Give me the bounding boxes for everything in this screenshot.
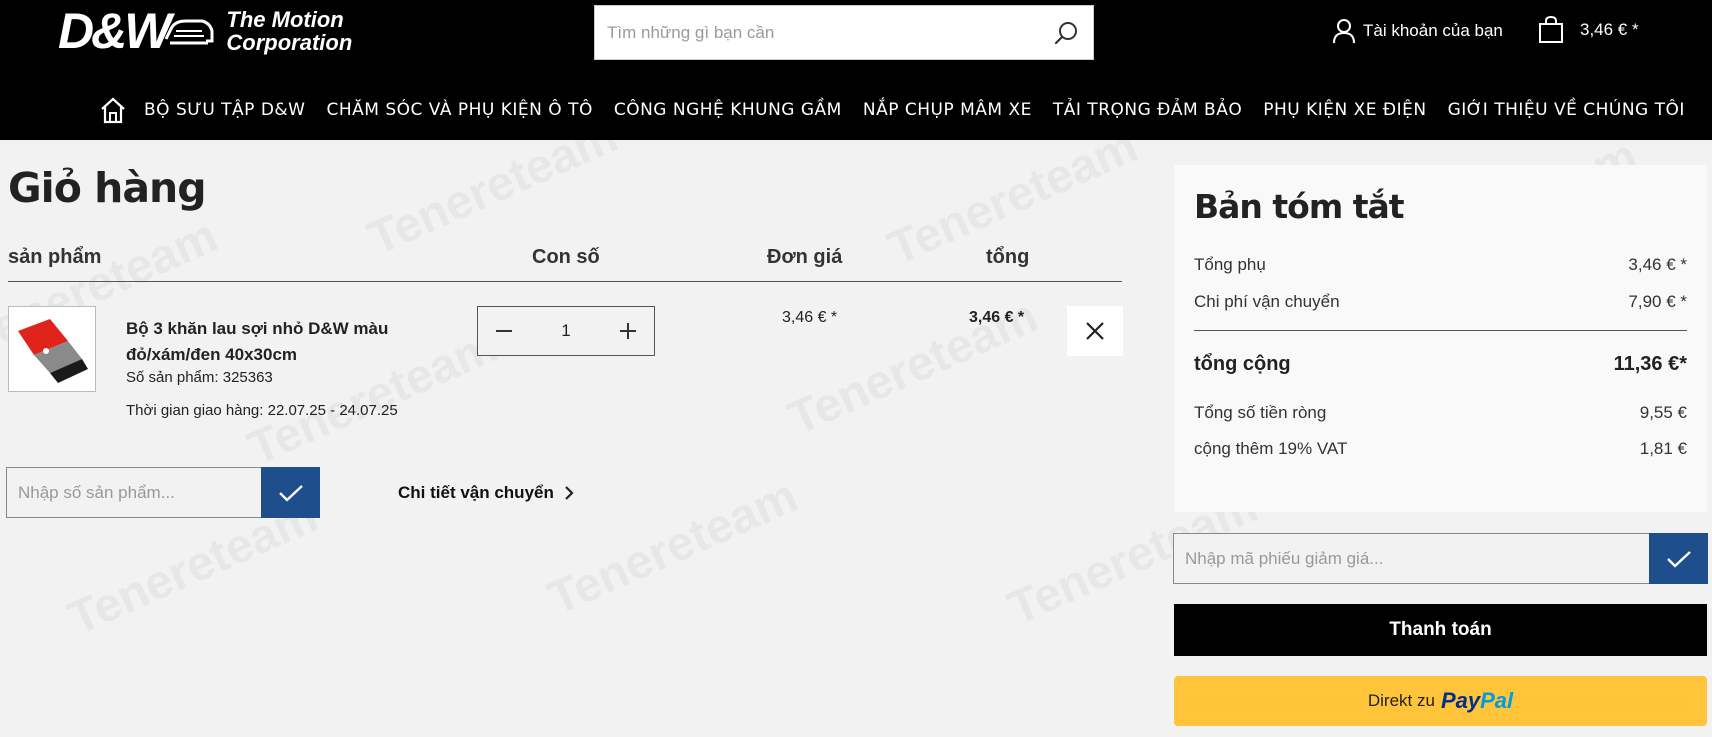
chevron-right-icon bbox=[565, 486, 574, 500]
subtotal-label: Tổng phụ bbox=[1194, 255, 1266, 274]
delivery-time: Thời gian giao hàng: 22.07.25 - 24.07.25 bbox=[126, 402, 398, 419]
cart-total: 3,46 € * bbox=[1580, 20, 1639, 39]
quantity-value[interactable]: 1 bbox=[561, 321, 570, 341]
nav-item-about[interactable]: GIỚI THIỆU VỀ CHÚNG TÔI bbox=[1448, 100, 1685, 120]
column-header-total: tổng bbox=[986, 246, 1030, 268]
paypal-button[interactable]: Direkt zu Pay Pal bbox=[1174, 676, 1707, 726]
unit-price: 3,46 € * bbox=[782, 309, 838, 326]
product-number-input[interactable] bbox=[7, 468, 261, 517]
grand-total-row: tổng cộng 11,36 €* bbox=[1194, 353, 1687, 376]
subtotal-value: 3,46 € * bbox=[1628, 255, 1687, 274]
plus-icon bbox=[620, 323, 636, 339]
vat-row: cộng thêm 19% VAT 1,81 € bbox=[1194, 439, 1687, 459]
apply-voucher-button[interactable] bbox=[1649, 533, 1708, 584]
towel-image bbox=[18, 319, 88, 383]
product-name[interactable]: Bộ 3 khăn lau sợi nhỏ D&W màu đỏ/xám/đen… bbox=[126, 316, 416, 368]
subtotal-row: Tổng phụ 3,46 € * bbox=[1194, 255, 1687, 275]
product-thumbnail[interactable] bbox=[8, 306, 96, 392]
car-logo-icon bbox=[165, 19, 214, 45]
site-header: D&W The Motion Corporation Tài khoản của… bbox=[0, 0, 1712, 140]
logo-tagline: The Motion Corporation bbox=[226, 8, 352, 54]
column-header-unit-price: Đơn giá bbox=[767, 246, 843, 268]
nav-item-load[interactable]: TẢI TRỌNG ĐẢM BẢO bbox=[1053, 100, 1242, 120]
brand-logo[interactable]: D&W The Motion Corporation bbox=[58, 6, 352, 56]
shipping-details-link[interactable]: Chi tiết vận chuyển bbox=[398, 483, 574, 503]
nav-item-wheel-caps[interactable]: NẮP CHỤP MÂM XE bbox=[863, 100, 1032, 120]
watermark-text: Tenereteam bbox=[540, 468, 805, 626]
checkmark-icon bbox=[1666, 550, 1691, 568]
checkout-button[interactable]: Thanh toán bbox=[1174, 604, 1707, 656]
logo-wordmark: D&W bbox=[58, 3, 171, 59]
voucher-input[interactable] bbox=[1174, 534, 1644, 583]
table-divider bbox=[8, 281, 1122, 282]
account-label: Tài khoản của bạn bbox=[1363, 21, 1503, 40]
remove-item-button[interactable] bbox=[1067, 306, 1123, 356]
nav-item-collection[interactable]: BỘ SƯU TẬP D&W bbox=[144, 100, 306, 120]
line-total: 3,46 € * bbox=[969, 309, 1025, 326]
grand-total-label: tổng cộng bbox=[1194, 353, 1291, 375]
product-number: Số sản phẩm: 325363 bbox=[126, 369, 273, 386]
user-icon bbox=[1333, 19, 1355, 44]
nav-item-car-care[interactable]: CHĂM SÓC VÀ PHỤ KIỆN Ô TÔ bbox=[327, 100, 593, 120]
vat-label: cộng thêm 19% VAT bbox=[1194, 439, 1348, 458]
summary-divider bbox=[1194, 330, 1687, 331]
home-icon[interactable] bbox=[100, 96, 126, 124]
paypal-prefix: Direkt zu bbox=[1367, 691, 1435, 710]
net-total-row: Tổng số tiền ròng 9,55 € bbox=[1194, 403, 1687, 423]
paypal-logo-pay: Pay bbox=[1440, 688, 1481, 713]
shipping-label: Chi phí vận chuyển bbox=[1194, 292, 1340, 311]
paypal-logo-pal: Pal bbox=[1480, 688, 1514, 713]
close-icon bbox=[1086, 322, 1104, 340]
search-input[interactable] bbox=[595, 6, 1035, 59]
summary-title: Bản tóm tắt bbox=[1194, 187, 1405, 226]
search-box bbox=[594, 5, 1094, 60]
vat-value: 1,81 € bbox=[1639, 439, 1687, 458]
main-nav: BỘ SƯU TẬP D&W CHĂM SÓC VÀ PHỤ KIỆN Ô TÔ… bbox=[100, 92, 1706, 128]
grand-total-value: 11,36 €* bbox=[1613, 353, 1687, 375]
voucher-form bbox=[1173, 533, 1708, 584]
nav-item-chassis[interactable]: CÔNG NGHỆ KHUNG GẦM bbox=[614, 100, 842, 120]
logo-tagline-line2: Corporation bbox=[226, 30, 353, 55]
net-total-label: Tổng số tiền ròng bbox=[1194, 403, 1327, 422]
shipping-value: 7,90 € * bbox=[1628, 292, 1687, 311]
order-summary: Bản tóm tắt Tổng phụ 3,46 € * Chi phí vậ… bbox=[1174, 165, 1707, 512]
cart-button[interactable]: 3,46 € * bbox=[1538, 16, 1639, 44]
column-header-product: sản phẩm bbox=[8, 246, 102, 268]
page-title: Giỏ hàng bbox=[8, 164, 207, 212]
search-icon[interactable] bbox=[1053, 20, 1079, 46]
increase-quantity-button[interactable] bbox=[602, 307, 654, 355]
shipping-row: Chi phí vận chuyển 7,90 € * bbox=[1194, 292, 1687, 312]
checkmark-icon bbox=[278, 484, 303, 502]
column-header-quantity: Con số bbox=[532, 246, 600, 268]
account-link[interactable]: Tài khoản của bạn bbox=[1333, 18, 1503, 44]
logo-tagline-line1: The Motion bbox=[226, 7, 344, 32]
minus-icon bbox=[496, 330, 512, 332]
net-total-value: 9,55 € bbox=[1639, 403, 1687, 422]
shopping-bag-icon bbox=[1539, 16, 1563, 43]
add-product-button[interactable] bbox=[261, 467, 320, 518]
product-number-form bbox=[6, 467, 320, 518]
shipping-details-label: Chi tiết vận chuyển bbox=[398, 483, 554, 502]
quantity-stepper: 1 bbox=[477, 306, 655, 356]
nav-item-ev-accessories[interactable]: PHỤ KIỆN XE ĐIỆN bbox=[1263, 100, 1426, 120]
decrease-quantity-button[interactable] bbox=[478, 307, 530, 355]
